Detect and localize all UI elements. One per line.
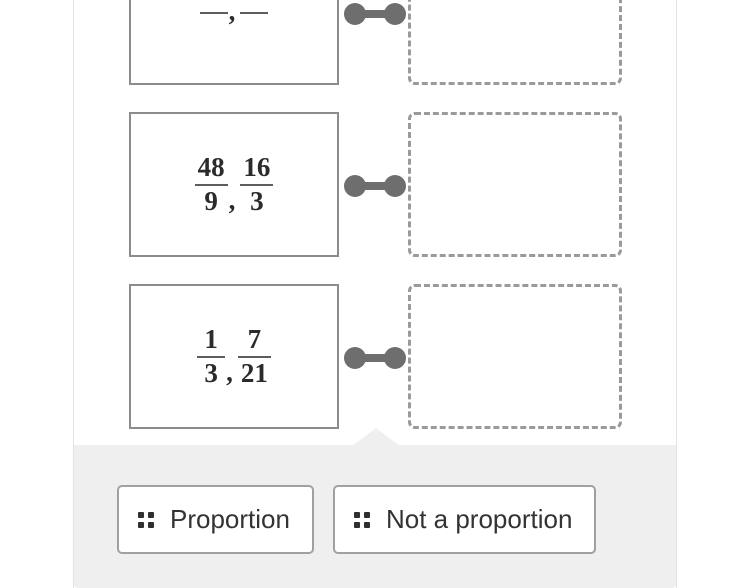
exercise-stage: , 48 9 , 16 3 1 3 , 7 21 Proportion Not … [0, 0, 750, 588]
fraction-right-denominator [251, 14, 257, 15]
connector-right-knob [384, 347, 406, 369]
connector-right-knob [384, 3, 406, 25]
drag-handle-dots-icon [353, 511, 370, 528]
connector-bar [357, 10, 393, 18]
match-row: 1 3 , 7 21 [74, 284, 676, 429]
fraction-left: 48 9 [194, 152, 228, 216]
fraction-pair: 48 9 , 16 3 [194, 152, 274, 216]
answer-choice-label: Proportion [170, 504, 290, 534]
fraction-right-numerator: 7 [247, 324, 262, 355]
fraction-right: 7 21 [237, 324, 271, 388]
fraction-left-denominator: 9 [204, 185, 218, 216]
fraction-pair-tile[interactable]: 48 9 , 16 3 [129, 112, 339, 257]
answer-bank-choices: Proportion Not a proportion [74, 485, 676, 554]
fraction-left-numerator: 48 [197, 152, 225, 183]
fraction-right-numerator: 16 [243, 152, 271, 183]
connector-left-knob [344, 347, 366, 369]
drag-handle-dots-icon [138, 511, 154, 528]
answer-drop-zone[interactable] [408, 112, 622, 257]
fraction-left-denominator [211, 14, 217, 15]
fraction-separator: , [226, 356, 233, 387]
fraction-right-denominator: 21 [240, 357, 268, 388]
dumbbell-connector-icon [344, 347, 406, 369]
connector-bar [357, 182, 393, 190]
answer-bank: Proportion Not a proportion [74, 428, 676, 588]
connector-left-knob [344, 175, 366, 197]
fraction-pair: , [199, 0, 269, 27]
answer-drop-zone[interactable] [408, 284, 622, 429]
fraction-pair-tile[interactable]: 1 3 , 7 21 [129, 284, 339, 429]
answer-choice-label: Not a proportion [385, 504, 573, 534]
connector-right-knob [384, 175, 406, 197]
match-row: , [74, 0, 676, 85]
fraction-pair: 1 3 , 7 21 [197, 325, 271, 387]
answer-drop-zone[interactable] [408, 0, 622, 85]
fraction-right-denominator: 3 [250, 185, 264, 216]
fraction-right [240, 11, 269, 15]
answer-choice-not-a-proportion[interactable]: Not a proportion [332, 485, 597, 554]
fraction-left-numerator: 1 [204, 324, 218, 355]
fraction-pair-tile[interactable]: , [129, 0, 339, 85]
connector-left-knob [344, 3, 366, 25]
fraction-left [199, 11, 228, 15]
matching-exercise-card: , 48 9 , 16 3 1 3 , 7 21 Proportion Not … [73, 0, 677, 588]
answer-choice-proportion[interactable]: Proportion [117, 485, 314, 554]
triangle-up-notch-icon [352, 428, 400, 446]
fraction-right: 16 3 [240, 152, 274, 216]
fraction-separator: , [228, 0, 236, 26]
fraction-separator: , [228, 184, 236, 215]
connector-bar [357, 354, 393, 362]
fraction-left-denominator: 3 [204, 357, 218, 388]
dumbbell-connector-icon [344, 175, 406, 197]
dumbbell-connector-icon [344, 3, 406, 25]
match-rows-area: , 48 9 , 16 3 1 3 , 7 21 [74, 0, 676, 445]
fraction-left: 1 3 [197, 324, 226, 388]
match-row: 48 9 , 16 3 [74, 112, 676, 257]
